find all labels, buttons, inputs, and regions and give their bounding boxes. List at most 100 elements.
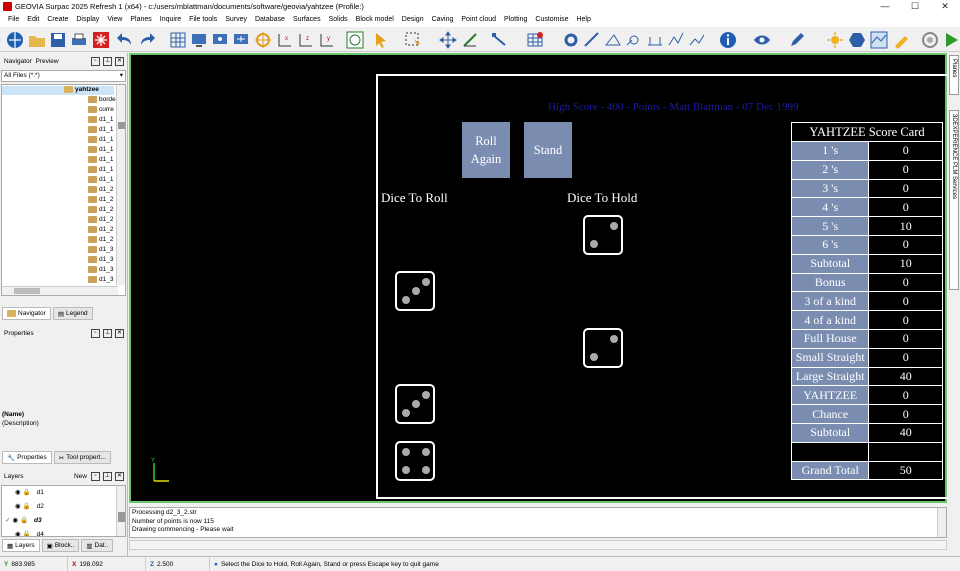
layer-item[interactable]: ◉ 🔒 d2 <box>15 502 44 511</box>
menu-help[interactable]: Help <box>572 13 594 27</box>
line-tool-icon[interactable] <box>490 30 509 49</box>
menu-surfaces[interactable]: Surfaces <box>289 13 325 27</box>
pointer-edit-icon[interactable] <box>582 30 601 49</box>
zoom-extents-icon[interactable] <box>231 30 250 49</box>
polyline-tool-icon[interactable] <box>666 30 685 49</box>
sun-icon[interactable] <box>825 30 844 49</box>
die-hold-2[interactable] <box>583 328 623 368</box>
tree-item[interactable]: d1_1 <box>88 176 113 183</box>
tree-vscrollbar[interactable] <box>116 85 125 285</box>
restore-icon[interactable]: ▫ <box>91 56 100 66</box>
close-icon[interactable]: ✕ <box>115 471 124 481</box>
restore-icon[interactable]: ▫ <box>91 471 100 481</box>
globe-icon[interactable] <box>5 30 24 49</box>
tree-item[interactable]: d1_1 <box>88 166 113 173</box>
settings-star-icon[interactable] <box>91 30 110 49</box>
maximize-button[interactable]: ☐ <box>900 0 930 13</box>
eye-icon[interactable]: ◉ <box>15 488 21 496</box>
crosshair-icon[interactable] <box>253 30 272 49</box>
tree-root[interactable]: yahtzee <box>64 86 99 93</box>
minimize-button[interactable]: — <box>870 0 900 13</box>
file-filter-select[interactable]: All Files (*.*) ▾ <box>1 70 126 82</box>
layers-new-button[interactable]: New <box>74 473 87 480</box>
menu-solids[interactable]: Solids <box>325 13 352 27</box>
tab-planes[interactable]: Planes <box>949 55 959 95</box>
menu-point-cloud[interactable]: Point cloud <box>457 13 500 27</box>
segment-tool-icon[interactable] <box>645 30 664 49</box>
tab-preview[interactable]: Preview <box>35 58 58 65</box>
graphics-viewport[interactable]: High Score - 400 - Points - Matt Blattma… <box>129 53 960 503</box>
surface-icon[interactable] <box>869 30 888 49</box>
tree-item[interactable]: d1_2 <box>88 236 113 243</box>
tree-item[interactable]: borde <box>88 96 116 103</box>
plane-zx-icon[interactable]: z <box>296 30 315 49</box>
tree-item[interactable]: d1_3 <box>88 266 113 273</box>
pin-icon[interactable]: ⊥ <box>103 471 112 481</box>
die-hold-1[interactable] <box>583 215 623 255</box>
menu-display[interactable]: Display <box>72 13 103 27</box>
tab-layers[interactable]: ▦ Layers <box>2 539 40 552</box>
select-area-icon[interactable] <box>403 30 422 49</box>
tab-3dexperience[interactable]: 3DEXPERIENCE PLM Services <box>949 110 959 290</box>
menu-plotting[interactable]: Plotting <box>500 13 531 27</box>
menu-design[interactable]: Design <box>398 13 428 27</box>
pan-icon[interactable] <box>438 30 457 49</box>
tree-item[interactable]: d1_2 <box>88 186 113 193</box>
close-icon[interactable]: ✕ <box>115 56 124 66</box>
open-folder-icon[interactable] <box>27 30 46 49</box>
tree-item[interactable]: d1_1 <box>88 156 113 163</box>
display-2-icon[interactable] <box>210 30 229 49</box>
eye-icon[interactable]: ◉ <box>15 530 21 536</box>
table-icon[interactable] <box>525 30 544 49</box>
select-pointer-icon[interactable] <box>371 30 390 49</box>
tab-properties[interactable]: 🔧 Properties <box>2 451 52 464</box>
tree-item[interactable]: d1_2 <box>88 196 113 203</box>
menu-caving[interactable]: Caving <box>428 13 458 27</box>
tree-item[interactable]: d1_1 <box>88 136 113 143</box>
eye-icon[interactable]: ◉ <box>12 516 18 524</box>
menu-block-model[interactable]: Block model <box>352 13 398 27</box>
pin-icon[interactable]: ⊥ <box>103 328 112 338</box>
menu-file-tools[interactable]: File tools <box>185 13 221 27</box>
display-icon[interactable] <box>189 30 208 49</box>
hexagon-icon[interactable] <box>847 30 866 49</box>
menu-file[interactable]: File <box>4 13 23 27</box>
die-roll-2[interactable] <box>395 384 435 424</box>
tab-block[interactable]: ▣ Block.. <box>41 539 80 552</box>
tree-item[interactable]: d1_3 <box>88 276 113 283</box>
layer-item[interactable]: ◉ 🔒 d4 <box>15 530 44 537</box>
tree-item[interactable]: curre <box>88 106 114 113</box>
layers-scrollbar[interactable] <box>116 486 125 536</box>
message-scrollbar[interactable] <box>937 508 946 537</box>
tree-item[interactable]: d1_3 <box>88 246 113 253</box>
redo-icon[interactable] <box>137 30 156 49</box>
close-icon[interactable]: ✕ <box>115 328 124 338</box>
menu-database[interactable]: Database <box>251 13 289 27</box>
tree-item[interactable]: d1_2 <box>88 206 113 213</box>
pencil-icon[interactable] <box>787 30 806 49</box>
die-roll-3[interactable] <box>395 441 435 481</box>
menu-customise[interactable]: Customise <box>531 13 572 27</box>
eye-icon[interactable]: ◉ <box>15 502 21 510</box>
info-icon[interactable] <box>718 30 737 49</box>
restore-icon[interactable]: ▫ <box>91 328 100 338</box>
rotate-icon[interactable] <box>345 30 364 49</box>
menu-inquire[interactable]: Inquire <box>156 13 185 27</box>
menu-edit[interactable]: Edit <box>23 13 43 27</box>
tree-item[interactable]: d1_2 <box>88 216 113 223</box>
tab-navigator-bottom[interactable]: Navigator <box>2 307 51 320</box>
plane-zy-icon[interactable]: y <box>317 30 336 49</box>
layer-item[interactable]: ◉ 🔒 d1 <box>15 488 44 497</box>
layer-item-active[interactable]: ✓ ◉ 🔒 d3 <box>5 516 42 525</box>
record-icon[interactable] <box>920 30 939 49</box>
measure-icon[interactable] <box>460 30 479 49</box>
tab-navigator[interactable]: Navigator <box>4 58 32 65</box>
highlighter-icon[interactable] <box>891 30 910 49</box>
roll-again-button[interactable]: Roll Again <box>462 122 510 178</box>
horizontal-scrollbar[interactable] <box>129 540 947 550</box>
close-button[interactable]: ✕ <box>930 0 960 13</box>
plane-yx-icon[interactable]: x <box>275 30 294 49</box>
print-icon[interactable] <box>69 30 88 49</box>
menu-planes[interactable]: Planes <box>126 13 155 27</box>
gear-icon[interactable] <box>561 30 580 49</box>
